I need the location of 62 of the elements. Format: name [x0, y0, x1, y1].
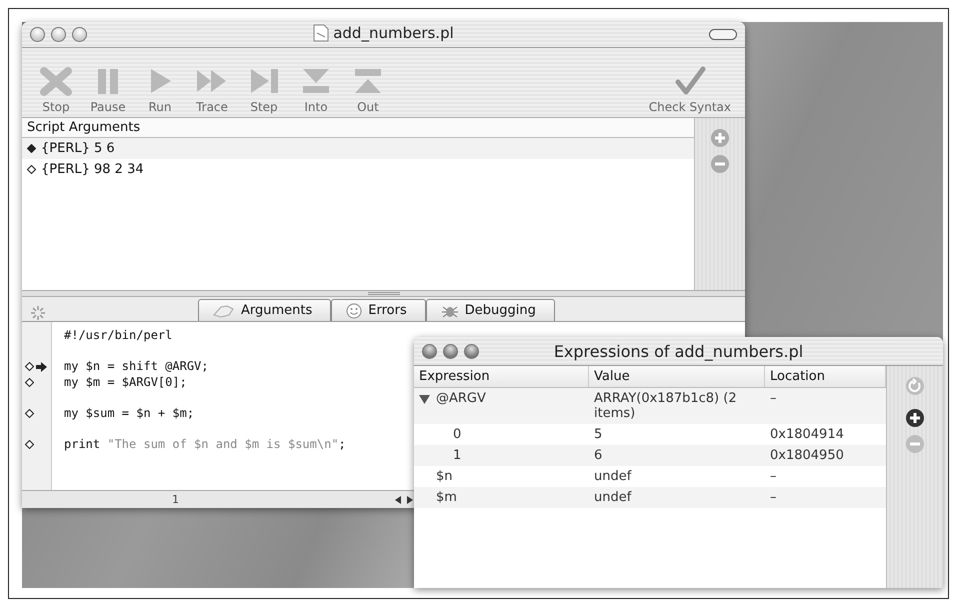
toolbar-button[interactable]: Trace — [188, 66, 236, 114]
code-line: my $sum = $n + $m; — [64, 406, 194, 422]
code-line: #!/usr/bin/perl — [64, 328, 172, 344]
expression-text: 0 — [452, 427, 462, 442]
disclosure-triangle-icon[interactable] — [419, 394, 430, 405]
document-icon — [313, 24, 330, 42]
code-line: print "The sum of $n and $m is $sum\n"; — [64, 437, 346, 453]
diamond-icon — [25, 440, 34, 450]
close-button[interactable] — [30, 27, 45, 42]
toolbar-button[interactable]: Into — [292, 66, 340, 114]
expression-text: @ARGV — [436, 391, 486, 406]
toolbar-button[interactable]: Out — [344, 66, 392, 114]
table-cell-text: 6 — [593, 447, 604, 465]
table-cell-text: undef — [593, 489, 633, 507]
close-button[interactable] — [422, 344, 437, 358]
table-cell-text: 0x1804950 — [769, 447, 845, 465]
toolbar-button[interactable]: Pause — [84, 66, 132, 114]
window-title: Expressions of add_numbers.pl — [554, 342, 804, 360]
left-arrow-icon[interactable] — [393, 494, 403, 504]
table-cell-text: – — [769, 390, 778, 408]
table-cell-text: ARRAY(0x187b1c8) (2 items) — [593, 390, 738, 423]
checkmark-icon — [672, 66, 707, 96]
toolbar-button[interactable]: Run — [136, 66, 184, 114]
tab[interactable]: Errors — [331, 299, 426, 321]
column-header[interactable]: Value — [589, 366, 765, 387]
code-line: my $m = $ARGV[0]; — [64, 374, 187, 390]
argument-text: {PERL} 98 2 34 — [41, 162, 144, 177]
toolbar-button[interactable]: Step — [240, 66, 288, 114]
minimize-button[interactable] — [443, 344, 458, 358]
column-header: Script Arguments — [22, 118, 694, 138]
table-cell-text: – — [769, 489, 778, 507]
filled-diamond-icon — [27, 144, 36, 153]
toolbar-button[interactable]: Check Syntax — [644, 66, 735, 114]
minimize-button[interactable] — [51, 27, 66, 42]
table-cell-text: – — [769, 468, 778, 486]
code-editor[interactable]: #!/usr/bin/perl my $n = shift @ARGV; my $m = $ARGV[0]; my $sum = $n + $m; print "The sum of $n and $m is $sum\n"; — [52, 322, 414, 490]
zoom-button[interactable] — [72, 27, 87, 42]
tab[interactable]: Arguments — [198, 299, 332, 321]
toolbar-button[interactable]: Stop — [32, 66, 80, 114]
expression-text: 1 — [452, 448, 462, 463]
column-header[interactable]: Location — [765, 366, 886, 387]
cross-icon — [39, 66, 73, 96]
zoom-button[interactable] — [464, 344, 479, 358]
line-number: 1 — [172, 493, 179, 506]
right-arrow-icon[interactable] — [405, 494, 415, 504]
table-cell-text: undef — [593, 468, 633, 486]
column-header[interactable]: Expression — [414, 366, 589, 387]
toolbar-toggle-button[interactable] — [709, 29, 737, 40]
plus-icon[interactable] — [905, 408, 925, 428]
argument-text: {PERL} 5 6 — [41, 141, 115, 156]
minus-icon[interactable] — [710, 154, 730, 174]
table-cell-text: 5 — [593, 426, 604, 444]
code-line: my $n = shift @ARGV; — [64, 359, 208, 375]
argument-row[interactable]: {PERL} 5 6 — [22, 138, 694, 159]
diamond-icon — [27, 165, 36, 174]
smiley-icon — [346, 302, 362, 318]
window-title: add_numbers.pl — [333, 24, 454, 42]
tab[interactable]: Debugging — [426, 299, 555, 321]
expression-text: $m — [436, 490, 457, 505]
expression-text: $n — [436, 469, 453, 484]
table-cell-text: 0x1804914 — [769, 426, 845, 444]
diamond-icon — [25, 409, 34, 418]
